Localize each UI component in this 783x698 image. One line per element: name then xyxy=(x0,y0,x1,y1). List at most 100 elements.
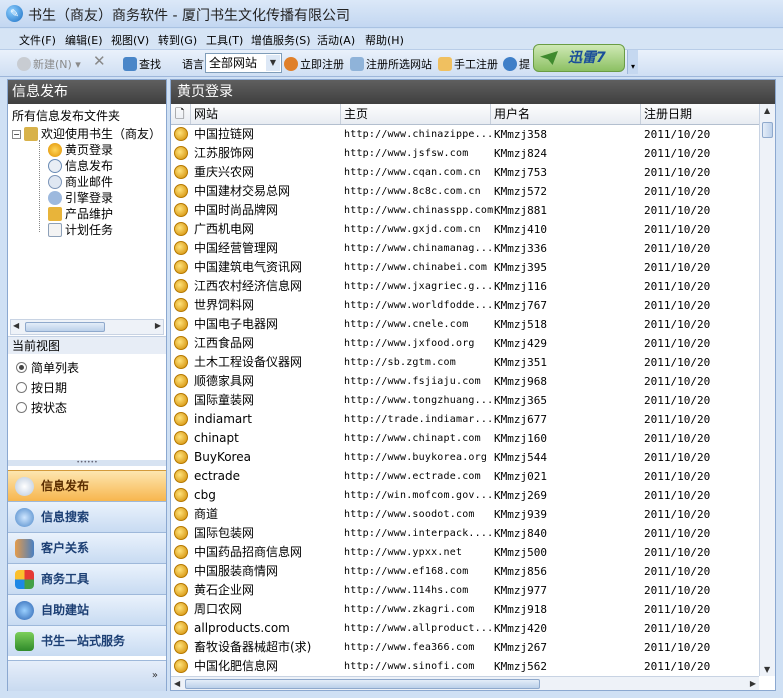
table-row[interactable]: 中国电子电器网 http://www.cnele.com KMmzj518 2011/… xyxy=(171,315,759,334)
nav-info-search[interactable]: 信息搜索 xyxy=(8,501,166,532)
cell-reg-date: 2011/10/20 xyxy=(644,337,711,350)
table-row[interactable]: 中国拉链网 http://www.chinazippe... KMmzj358 201… xyxy=(171,125,759,144)
tree-item-info-publish[interactable]: 信息发布 xyxy=(48,157,113,174)
nav-business-tools[interactable]: 商务工具 xyxy=(8,563,166,594)
radio-icon[interactable] xyxy=(16,362,27,373)
window-title: 书生（商友）商务软件 - 厦门书生文化传播有限公司 xyxy=(28,8,350,24)
toolbar-overflow-icon[interactable]: ▾ xyxy=(627,50,638,74)
tree-item-engine-login[interactable]: 引擎登录 xyxy=(48,189,113,206)
table-row[interactable]: 江西食品网 http://www.jxfood.org KMmzj429 2011/1… xyxy=(171,334,759,353)
tree-item-scheduled-tasks[interactable]: 计划任务 xyxy=(48,221,113,238)
scroll-down-icon[interactable]: ▼ xyxy=(764,665,770,674)
find-button[interactable]: 查找 xyxy=(123,56,161,72)
table-row[interactable]: 中国药品招商信息网 http://www.ypxx.net KMmzj500 2011… xyxy=(171,543,759,562)
register-selected-button[interactable]: 注册所选网站 xyxy=(350,56,432,72)
table-row[interactable]: allproducts.com http://www.allproduct... K… xyxy=(171,619,759,638)
xunlei-button[interactable]: 迅雷7 xyxy=(533,44,625,72)
scroll-left-icon[interactable]: ◀ xyxy=(174,679,180,688)
table-row[interactable]: 中国建筑电气资讯网 http://www.chinabei.com KMmzj395… xyxy=(171,258,759,277)
table-row[interactable]: cbg http://win.mofcom.gov... KMmzj269 2011/… xyxy=(171,486,759,505)
table-row[interactable]: 广西机电网 http://www.gxjd.com.cn KMmzj410 2011/… xyxy=(171,220,759,239)
table-row[interactable]: 中国服装商情网 http://www.ef168.com KMmzj856 2011/… xyxy=(171,562,759,581)
tree-item-product-maintenance[interactable]: 产品维护 xyxy=(48,205,113,222)
cell-username: KMmzj267 xyxy=(494,641,547,654)
table-row[interactable]: 国际包装网 http://www.interpack.... KMmzj840 201… xyxy=(171,524,759,543)
table-row[interactable]: 江西农村经济信息网 http://www.jxagriec.g... KMmzj11… xyxy=(171,277,759,296)
scroll-thumb[interactable] xyxy=(762,122,773,138)
cell-username: KMmzj939 xyxy=(494,508,547,521)
table-row[interactable]: 商道 http://www.soodot.com KMmzj939 2011/10/2… xyxy=(171,505,759,524)
new-button[interactable]: 新建(N) ▾ xyxy=(17,56,81,72)
column-header-homepage[interactable]: 主页 xyxy=(341,104,491,124)
scroll-left-icon[interactable]: ◀ xyxy=(13,321,19,330)
menu-value-added[interactable]: 增值服务(S) xyxy=(251,32,311,48)
menu-view[interactable]: 视图(V) xyxy=(111,32,149,48)
cell-reg-date: 2011/10/20 xyxy=(644,489,711,502)
pane-splitter[interactable]: •••••• xyxy=(8,460,166,466)
view-option-by-date[interactable]: 按日期 xyxy=(16,379,67,396)
radio-icon[interactable] xyxy=(16,402,27,413)
cell-homepage: http://www.chinapt.com xyxy=(344,433,481,444)
cell-reg-date: 2011/10/20 xyxy=(644,508,711,521)
menu-activity[interactable]: 活动(A) xyxy=(317,32,355,48)
cell-site: indiamart xyxy=(194,412,252,426)
nav-one-stop-service[interactable]: 书生一站式服务 xyxy=(8,625,166,656)
vertical-scrollbar[interactable]: ▲ ▼ xyxy=(759,104,775,676)
table-row[interactable]: 周口农网 http://www.zkagri.com KMmzj918 2011/10… xyxy=(171,600,759,619)
nav-info-publish[interactable]: 信息发布 xyxy=(8,470,166,501)
tree-root[interactable]: − 欢迎使用书生（商友） xyxy=(12,125,161,142)
table-row[interactable]: 世界饲料网 http://www.worldfodde... KMmzj767 201… xyxy=(171,296,759,315)
file-icon[interactable]: 🗋 xyxy=(171,104,191,124)
manual-register-button[interactable]: 手工注册 xyxy=(438,56,498,72)
nav-self-website[interactable]: 自助建站 xyxy=(8,594,166,625)
table-row[interactable]: chinapt http://www.chinapt.com KMmzj160 201… xyxy=(171,429,759,448)
menu-help[interactable]: 帮助(H) xyxy=(365,32,404,48)
nav-expand-icon[interactable]: » xyxy=(8,660,166,691)
scroll-up-icon[interactable]: ▲ xyxy=(764,106,770,115)
menu-edit[interactable]: 编辑(E) xyxy=(65,32,103,48)
scroll-thumb[interactable] xyxy=(25,322,105,332)
scroll-thumb[interactable] xyxy=(185,679,540,689)
column-header-username[interactable]: 用户名 xyxy=(491,104,641,124)
scroll-right-icon[interactable]: ▶ xyxy=(155,321,161,330)
cell-site: 中国药品招商信息网 xyxy=(194,545,303,559)
horizontal-scrollbar[interactable]: ◀ ▶ xyxy=(171,676,759,690)
table-row[interactable]: 畜牧设备器械超市(求) http://www.fea366.com KMmzj267… xyxy=(171,638,759,657)
view-option-by-status[interactable]: 按状态 xyxy=(16,399,67,416)
table-row[interactable]: 黄石企业网 http://www.114hs.com KMmzj977 2011/10… xyxy=(171,581,759,600)
radio-icon[interactable] xyxy=(16,382,27,393)
view-option-simple-list[interactable]: 简单列表 xyxy=(16,359,79,376)
tree-item-business-mail[interactable]: 商业邮件 xyxy=(48,173,113,190)
table-row[interactable]: BuyKorea http://www.buykorea.org KMmzj544 2… xyxy=(171,448,759,467)
menu-file[interactable]: 文件(F) xyxy=(19,32,56,48)
cell-site: 黄石企业网 xyxy=(194,583,255,597)
menu-tools[interactable]: 工具(T) xyxy=(206,32,243,48)
collapse-icon[interactable]: − xyxy=(12,130,21,139)
table-row[interactable]: 中国建材交易总网 http://www.8c8c.com.cn KMmzj572 20… xyxy=(171,182,759,201)
table-row[interactable]: 中国时尚品牌网 http://www.chinasspp.com KMmzj881 2… xyxy=(171,201,759,220)
table-row[interactable]: 土木工程设备仪器网 http://sb.zgtm.com KMmzj351 2011/… xyxy=(171,353,759,372)
chevron-down-icon[interactable]: ▼ xyxy=(266,55,280,71)
register-now-button[interactable]: 立即注册 xyxy=(284,56,344,72)
tree-item-yellow-pages[interactable]: 黄页登录 xyxy=(48,141,113,158)
tree-horizontal-scrollbar[interactable]: ◀ ▶ xyxy=(10,319,164,335)
cell-site: 中国经营管理网 xyxy=(194,241,279,255)
scroll-right-icon[interactable]: ▶ xyxy=(750,679,756,688)
table-row[interactable]: 中国经营管理网 http://www.chinamanag... KMmzj336 2… xyxy=(171,239,759,258)
table-row[interactable]: 国际童装网 http://www.tongzhuang... KMmzj365 201… xyxy=(171,391,759,410)
cell-homepage: http://www.jxfood.org xyxy=(344,338,475,349)
table-row[interactable]: indiamart http://trade.indiamar... KMmzj67… xyxy=(171,410,759,429)
globe-icon xyxy=(174,241,188,255)
column-header-reg-date[interactable]: 注册日期 xyxy=(641,104,759,124)
menu-goto[interactable]: 转到(G) xyxy=(158,32,197,48)
language-select[interactable]: 全部网站 ▼ xyxy=(205,53,282,73)
table-row[interactable]: 重庆兴农网 http://www.cqan.com.cn KMmzj753 2011/… xyxy=(171,163,759,182)
table-row[interactable]: 江苏服饰网 http://www.jsfsw.com KMmzj824 2011/10… xyxy=(171,144,759,163)
table-row[interactable]: ectrade http://www.ectrade.com KMmzj021 201… xyxy=(171,467,759,486)
table-row[interactable]: 中国化肥信息网 http://www.sinofi.com KMmzj562 2011… xyxy=(171,657,759,676)
column-header-site[interactable]: 网站 xyxy=(191,104,341,124)
submit-button[interactable]: 提 xyxy=(503,56,530,72)
delete-icon[interactable]: ✕ xyxy=(93,52,106,70)
table-row[interactable]: 顺德家具网 http://www.fsjiaju.com KMmzj968 2011/… xyxy=(171,372,759,391)
nav-customer-relations[interactable]: 客户关系 xyxy=(8,532,166,563)
